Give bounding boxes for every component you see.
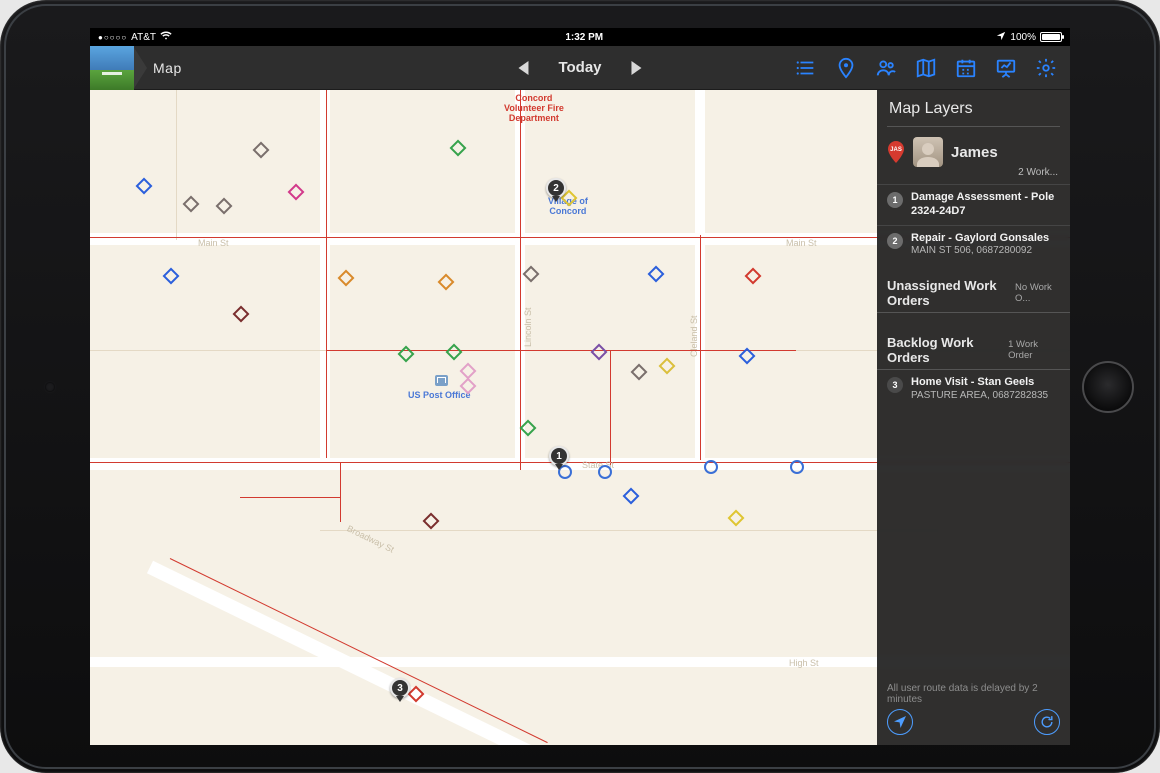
street-label: Dixon St	[90, 136, 91, 170]
battery-pct: 100%	[1010, 32, 1036, 43]
unassigned-header[interactable]: Unassigned Work Orders No Work O...	[877, 264, 1070, 313]
street-label: Main St	[786, 238, 817, 248]
street-label: Broadway St	[345, 523, 395, 554]
avatar	[913, 137, 943, 167]
ipad-home-button[interactable]	[1082, 361, 1134, 413]
street-label: Cleland St	[689, 315, 699, 357]
location-services-icon	[996, 31, 1006, 44]
postoffice-icon	[435, 375, 448, 386]
map-pin-3[interactable]: 3	[390, 678, 410, 698]
app-logo[interactable]	[90, 46, 134, 90]
map-node[interactable]	[704, 460, 718, 474]
clock-label: 1:32 PM	[565, 32, 603, 43]
work-order-badge: 2	[887, 233, 903, 249]
backlog-header[interactable]: Backlog Work Orders 1 Work Order	[877, 313, 1070, 370]
breadcrumb[interactable]: Map	[147, 60, 198, 76]
locate-me-button[interactable]	[887, 709, 913, 735]
work-order-item[interactable]: 2 Repair - Gaylord Gonsales MAIN ST 506,…	[877, 225, 1070, 264]
calendar-icon[interactable]	[954, 56, 978, 80]
presentation-icon[interactable]	[994, 56, 1018, 80]
app-header: Map Today	[90, 46, 1070, 90]
battery-icon	[1040, 32, 1062, 42]
footer-note: All user route data is delayed by 2 minu…	[887, 683, 1060, 705]
signal-dots: ●○○○○	[98, 33, 127, 42]
svg-text:JAS: JAS	[890, 147, 902, 153]
carrier-label: AT&T	[131, 32, 156, 43]
map-view-icon[interactable]	[914, 56, 938, 80]
work-order-item[interactable]: 3 Home Visit - Stan Geels PASTURE AREA, …	[877, 370, 1070, 408]
poi-firedept: Concord Volunteer Fire Department	[504, 94, 564, 124]
street-label: Main St	[198, 238, 229, 248]
street-label: High St	[789, 658, 819, 668]
ipad-frame: ●○○○○ AT&T 1:32 PM 100% Map To	[0, 0, 1160, 773]
prev-day-button[interactable]	[518, 61, 528, 75]
ipad-camera	[45, 382, 55, 392]
work-order-badge: 3	[887, 377, 903, 393]
map-node[interactable]	[790, 460, 804, 474]
breadcrumb-chevron	[133, 46, 147, 90]
user-work-count: 2 Work...	[877, 167, 1070, 184]
work-order-badge: 1	[887, 192, 903, 208]
map-pin-1[interactable]: 1	[549, 446, 569, 466]
map-layers-panel: Map Layers JAS James 2 Work... 1 Damage …	[877, 90, 1070, 745]
list-icon[interactable]	[794, 56, 818, 80]
map-node[interactable]	[598, 465, 612, 479]
panel-title: Map Layers	[877, 90, 1070, 126]
user-row[interactable]: JAS James	[877, 127, 1070, 171]
date-label[interactable]: Today	[558, 59, 601, 76]
wifi-icon	[160, 31, 172, 44]
refresh-button[interactable]	[1034, 709, 1060, 735]
app-screen: ●○○○○ AT&T 1:32 PM 100% Map To	[90, 28, 1070, 745]
next-day-button[interactable]	[632, 61, 642, 75]
panel-footer: All user route data is delayed by 2 minu…	[877, 675, 1070, 745]
poi-postoffice: US Post Office	[408, 390, 471, 400]
user-map-pin-icon: JAS	[887, 141, 905, 163]
map-pin-icon[interactable]	[834, 56, 858, 80]
map-pin-2[interactable]: 2	[546, 178, 566, 198]
users-icon[interactable]	[874, 56, 898, 80]
settings-gear-icon[interactable]	[1034, 56, 1058, 80]
ios-status-bar: ●○○○○ AT&T 1:32 PM 100%	[90, 28, 1070, 46]
user-name: James	[951, 144, 998, 161]
street-label: Lincoln St	[523, 307, 533, 347]
content-area: Main St Main St Lincoln St State St Broa…	[90, 90, 1070, 745]
work-order-item[interactable]: 1 Damage Assessment - Pole 2324-24D7	[877, 184, 1070, 225]
